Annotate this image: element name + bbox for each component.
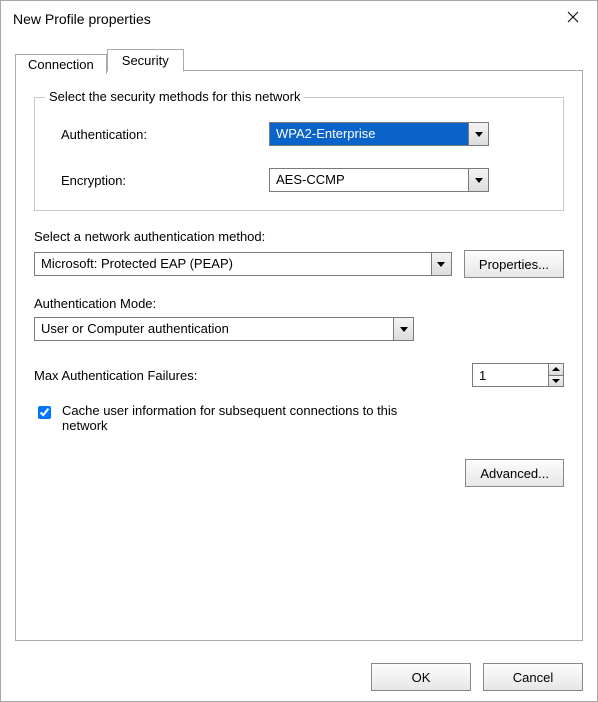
button-label: Advanced...	[480, 466, 549, 481]
authentication-label: Authentication:	[49, 127, 269, 142]
tab-label: Connection	[28, 57, 94, 72]
encryption-dropdown[interactable]: AES-CCMP	[269, 168, 489, 192]
netauth-method-value: Microsoft: Protected EAP (PEAP)	[35, 253, 431, 275]
client-area: Connection Security Select the security …	[1, 37, 597, 653]
authmode-value: User or Computer authentication	[35, 318, 393, 340]
netauth-label: Select a network authentication method:	[34, 229, 564, 244]
chevron-down-icon	[468, 123, 488, 145]
spinner-buttons	[548, 364, 563, 386]
cache-checkbox[interactable]	[38, 406, 51, 419]
advanced-button[interactable]: Advanced...	[465, 459, 564, 487]
chevron-down-icon	[431, 253, 451, 275]
authmode-dropdown[interactable]: User or Computer authentication	[34, 317, 414, 341]
chevron-down-icon	[393, 318, 413, 340]
authentication-dropdown[interactable]: WPA2-Enterprise	[269, 122, 489, 146]
dialog-window: New Profile properties Connection Securi…	[0, 0, 598, 702]
chevron-down-icon	[468, 169, 488, 191]
cancel-button[interactable]: Cancel	[483, 663, 583, 691]
tabpanel-security: Select the security methods for this net…	[15, 70, 583, 641]
ok-button[interactable]: OK	[371, 663, 471, 691]
cache-label: Cache user information for subsequent co…	[62, 403, 422, 433]
tab-security[interactable]: Security	[107, 49, 184, 72]
properties-button[interactable]: Properties...	[464, 250, 564, 278]
dialog-buttons: OK Cancel	[1, 653, 597, 701]
authentication-value: WPA2-Enterprise	[270, 123, 468, 145]
button-label: OK	[412, 670, 431, 685]
tab-connection[interactable]: Connection	[15, 54, 107, 74]
button-label: Cancel	[513, 670, 553, 685]
tab-label: Security	[122, 53, 169, 68]
maxfail-label: Max Authentication Failures:	[34, 368, 197, 383]
encryption-value: AES-CCMP	[270, 169, 468, 191]
titlebar: New Profile properties	[1, 1, 597, 37]
maxfail-spinner[interactable]	[472, 363, 564, 387]
maxfail-input[interactable]	[473, 364, 548, 386]
tabstrip: Connection Security	[15, 47, 583, 71]
window-title: New Profile properties	[13, 11, 553, 27]
security-methods-group: Select the security methods for this net…	[34, 97, 564, 211]
button-label: Properties...	[479, 257, 549, 272]
encryption-label: Encryption:	[49, 173, 269, 188]
group-legend: Select the security methods for this net…	[45, 89, 304, 104]
close-button[interactable]	[553, 2, 593, 32]
authmode-label: Authentication Mode:	[34, 296, 564, 311]
netauth-method-dropdown[interactable]: Microsoft: Protected EAP (PEAP)	[34, 252, 452, 276]
spinner-up[interactable]	[549, 364, 563, 376]
close-icon	[567, 11, 579, 23]
spinner-down[interactable]	[549, 376, 563, 387]
